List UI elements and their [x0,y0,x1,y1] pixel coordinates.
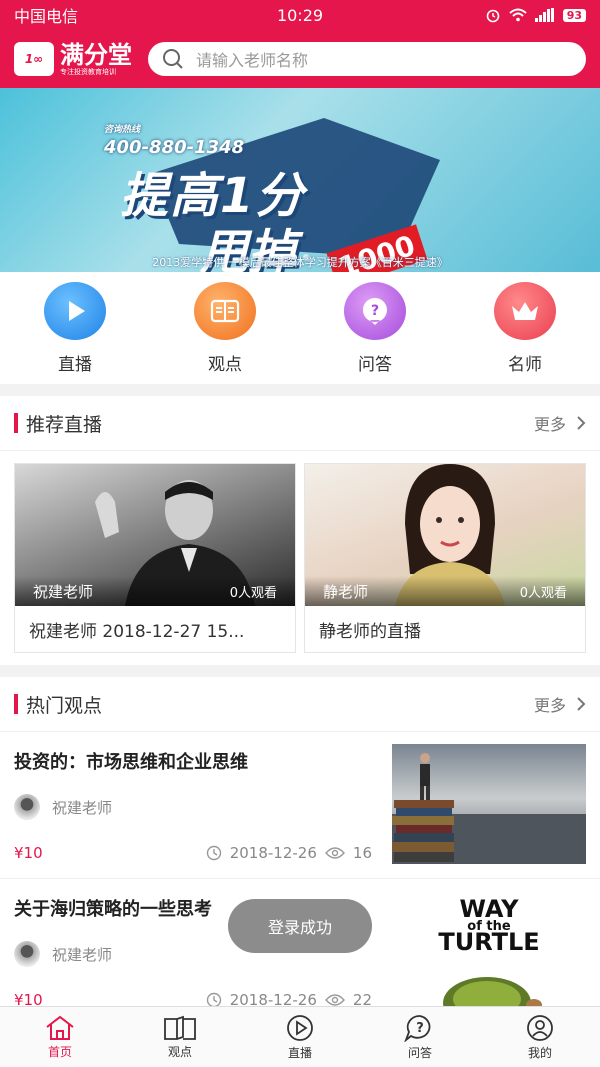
view-author: 祝建老师 [14,794,386,820]
live-card[interactable]: 静老师 0人观看 静老师的直播 [304,463,586,653]
logo-mark: 1∞ [14,42,54,76]
banner-hotline: 咨询热线 400-880-1348 [104,125,245,158]
question-icon: ? [344,281,406,340]
view-title: 投资的：市场思维和企业思维 [14,752,248,773]
user-icon [527,1014,553,1041]
tab-mine-label: 我的 [527,1045,552,1060]
search-placeholder: 请输入老师名称 [196,51,309,70]
section-divider [0,384,600,396]
tab-qa[interactable]: ? 问答 [360,1007,480,1067]
tab-mine[interactable]: 我的 [480,1007,600,1067]
logo-subtitle: 专注投资教育培训 [60,67,116,76]
bottom-tab-bar: 首页 观点 直播 ? 问答 我的 [0,1006,600,1067]
quick-teachers[interactable]: 名师 [475,281,575,375]
recommend-more-button[interactable]: 更多 [534,411,586,435]
quick-live-label: 直播 [58,354,92,375]
live-viewers: 0人观看 [229,585,277,601]
live-thumbnail: 静老师 0人观看 [305,464,585,606]
recommend-live-title: 推荐直播 [26,413,103,436]
eye-icon [324,994,345,1006]
view-date: 2018-12-26 [229,844,317,862]
view-thumbnail [392,744,586,864]
view-meta: ¥10 2018-12-26 16 [14,844,386,862]
tab-home[interactable]: 首页 [0,1007,120,1067]
play-circle-icon [287,1014,313,1041]
clock: 10:29 [276,5,324,25]
hot-more-button[interactable]: 更多 [534,692,586,716]
more-label: 更多 [533,696,566,715]
status-bar: 中国电信 10:29 93 [0,0,600,30]
tab-qa-label: 问答 [407,1045,432,1060]
home-icon [46,1015,74,1040]
quick-qa[interactable]: ? 问答 [325,281,425,375]
svg-text:?: ? [416,1021,424,1036]
chevron-right-icon [577,416,586,430]
play-icon [44,281,106,340]
live-list: 祝建老师 0人观看 祝建老师 2018-12-27 15... 静老师 0人观看… [0,451,600,665]
app-header: 1∞ 满分堂 专注投资教育培训 请输入老师名称 [0,30,600,88]
view-list-item[interactable]: 投资的：市场思维和企业思维 祝建老师 ¥10 2018-12-26 16 [0,732,600,879]
crown-icon [494,281,556,340]
tab-live[interactable]: 直播 [240,1007,360,1067]
clock-icon [206,845,221,861]
book-icon [194,281,256,340]
eye-icon [324,847,345,859]
live-overlay: 静老师 0人观看 [305,576,585,606]
view-thumbnail: WAY of the TURTLE [392,891,586,1011]
question-bubble-icon: ? [404,1014,431,1042]
tab-home-label: 首页 [47,1044,72,1059]
book-open-icon [164,1015,196,1040]
recommend-live-header: 推荐直播 更多 [0,396,600,451]
hot-views-title: 热门观点 [26,694,103,717]
svg-text:?: ? [371,303,379,319]
search-icon [163,49,183,69]
books-photo [392,753,586,864]
live-teacher: 祝建老师 [33,582,94,601]
more-label: 更多 [533,415,566,434]
live-title: 祝建老师 2018-12-27 15... [29,621,245,642]
turtle-illustration [443,977,542,1011]
logo-name: 满分堂 [60,40,132,69]
quick-views-label: 观点 [208,354,242,375]
live-card[interactable]: 祝建老师 0人观看 祝建老师 2018-12-27 15... [14,463,296,653]
section-accent [14,413,18,433]
live-thumbnail: 祝建老师 0人观看 [15,464,295,606]
tab-views[interactable]: 观点 [120,1007,240,1067]
quick-nav: 直播 观点 ? 问答 名师 [0,272,600,384]
avatar [14,941,40,967]
live-title: 静老师的直播 [319,621,421,642]
app-logo[interactable]: 1∞ 满分堂 专注投资教育培训 [14,42,132,77]
live-viewers: 0人观看 [519,585,567,601]
author-name: 祝建老师 [52,798,113,817]
author-name: 祝建老师 [52,945,113,964]
promo-banner[interactable]: 咨询热线400-880-1348 提高1分 甩掉 1000 人 2013爱学特供… [0,88,600,272]
quick-teachers-label: 名师 [508,354,542,375]
live-overlay: 祝建老师 0人观看 [15,576,295,606]
hot-views-header: 热门观点 更多 [0,677,600,732]
quick-live[interactable]: 直播 [25,281,125,375]
book-cover-title: WAY of the TURTLE [438,895,540,957]
quick-qa-label: 问答 [358,354,392,375]
section-accent [14,694,18,714]
search-input[interactable]: 请输入老师名称 [148,42,586,76]
tab-views-label: 观点 [167,1044,192,1059]
live-teacher: 静老师 [323,582,369,601]
avatar [14,794,40,820]
view-price: ¥10 [14,844,43,862]
banner-caption: 2013爱学特供 一模后最佳整体学习提升方案《百米三提速》 [152,256,448,269]
toast-message: 登录成功 [228,899,372,953]
section-divider [0,665,600,677]
view-count: 16 [352,844,372,862]
chevron-right-icon [577,697,586,711]
tab-live-label: 直播 [287,1045,312,1060]
quick-views[interactable]: 观点 [175,281,275,375]
